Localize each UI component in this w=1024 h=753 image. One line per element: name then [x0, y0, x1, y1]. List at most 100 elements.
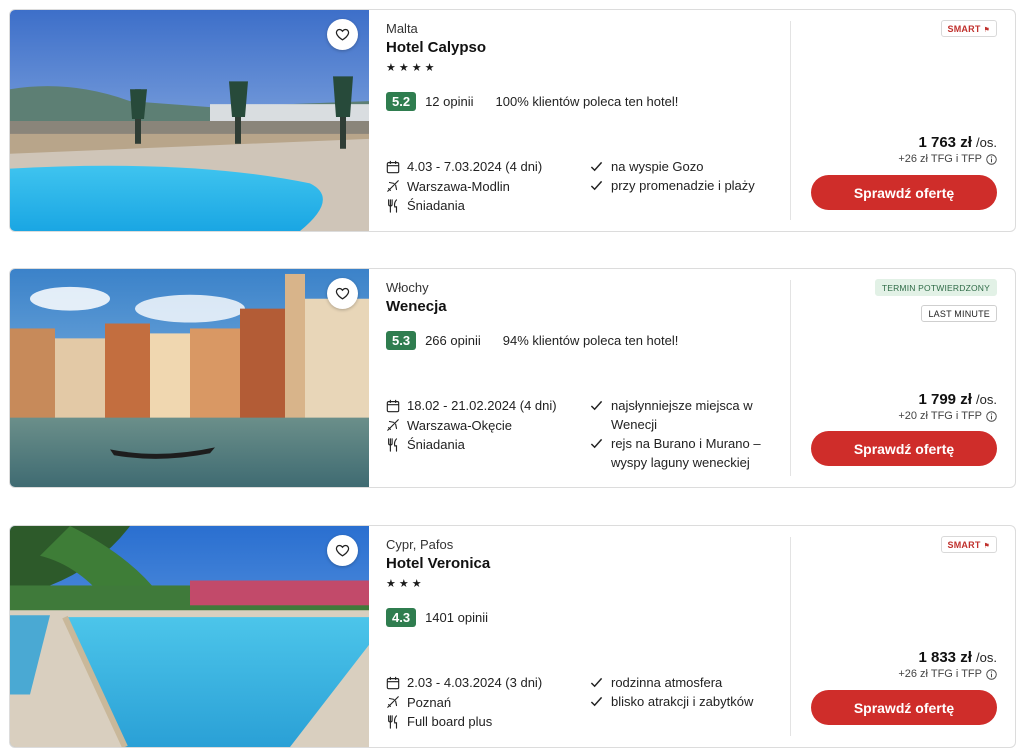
pool-photo [10, 526, 369, 747]
price-section: SMART ⚑ 1 763 zł /os. +26 zł TFG i TFP Sp… [807, 10, 997, 231]
feature-item: najsłynniejsze miejsca w Wenecji [590, 396, 780, 434]
fees-text: +26 zł TFG i TFP [898, 153, 982, 165]
divider [790, 280, 791, 476]
offer-card[interactable]: Cypr, Pafos Hotel Veronica ★★★ 4.3 1401 … [9, 525, 1016, 748]
hotel-photo[interactable] [10, 526, 369, 747]
plane-icon [387, 419, 399, 432]
check-offer-button[interactable]: Sprawdź ofertę [811, 690, 997, 725]
price-value: 1 799 zł [918, 391, 972, 408]
smart-badge: SMART ⚑ [940, 536, 997, 553]
check-icon [590, 438, 603, 449]
price-value: 1 763 zł [918, 134, 972, 151]
favorite-button[interactable] [327, 19, 358, 50]
departure-text: Poznań [407, 694, 452, 710]
fees-text: +26 zł TFG i TFP [898, 668, 982, 680]
rating-row: 4.3 1401 opinii [386, 608, 510, 627]
reviews-count[interactable]: 266 opinii [425, 333, 481, 348]
hotel-photo[interactable] [10, 10, 369, 231]
reviews-count[interactable]: 12 opinii [425, 94, 473, 109]
trip-details: 4.03 - 7.03.2024 (4 dni) Warszawa-Modlin… [386, 157, 586, 216]
price-value: 1 833 zł [918, 649, 972, 666]
price: 1 833 zł /os. [918, 649, 997, 666]
board-row: Śniadania [386, 196, 586, 216]
check-offer-button[interactable]: Sprawdź ofertę [811, 431, 997, 466]
destination-country: Włochy [386, 280, 429, 295]
rating-score: 5.2 [386, 92, 417, 111]
board-text: Full board plus [407, 714, 493, 730]
feature-item: przy promenadzie i plaży [590, 176, 780, 195]
offer-card[interactable]: Włochy Wenecja 5.3 266 opinii 94% klient… [9, 268, 1016, 488]
check-icon [590, 180, 603, 191]
board-row: Full board plus [386, 712, 586, 732]
rating-score: 4.3 [386, 608, 417, 627]
fork-knife-icon [388, 199, 398, 213]
destination-country: Malta [386, 21, 418, 36]
check-icon [590, 696, 603, 707]
hotel-photo[interactable] [10, 269, 369, 487]
feature-item: rodzinna atmosfera [590, 673, 780, 692]
departure-text: Warszawa-Okęcie [407, 417, 512, 433]
dates-row: 2.03 - 4.03.2024 (3 dni) [386, 673, 586, 693]
info-icon[interactable] [986, 668, 997, 680]
hotel-features: najsłynniejsze miejsca w Wenecji rejs na… [590, 396, 780, 472]
dates-text: 2.03 - 4.03.2024 (3 dni) [407, 675, 543, 691]
heart-icon [335, 544, 350, 557]
confirmed-date-badge: TERMIN POTWIERDZONY [874, 279, 997, 296]
heart-icon [335, 287, 350, 300]
favorite-button[interactable] [327, 278, 358, 309]
hotel-stars: ★★★★ [386, 62, 438, 74]
fees-text: +20 zł TFG i TFP [898, 410, 982, 422]
offer-card[interactable]: Malta Hotel Calypso ★★★★ 5.2 12 opinii 1… [9, 9, 1016, 232]
departure-row: Poznań [386, 693, 586, 713]
feature-text: blisko atrakcji i zabytków [611, 694, 754, 709]
feature-text: rejs na Burano i Murano – wyspy laguny w… [611, 436, 761, 470]
favorite-button[interactable] [327, 535, 358, 566]
price-unit: /os. [976, 392, 997, 407]
check-icon [590, 161, 603, 172]
fees: +20 zł TFG i TFP [898, 410, 997, 422]
rating-row: 5.3 266 opinii 94% klientów poleca ten h… [386, 331, 678, 350]
dates-row: 18.02 - 21.02.2024 (4 dni) [386, 396, 586, 416]
board-row: Śniadania [386, 435, 586, 455]
info-icon[interactable] [986, 410, 997, 422]
heart-icon [335, 28, 350, 41]
feature-item: rejs na Burano i Murano – wyspy laguny w… [590, 434, 780, 472]
price-section: SMART ⚑ 1 833 zł /os. +26 zł TFG i TFP Sp… [807, 526, 997, 747]
departure-row: Warszawa-Okęcie [386, 416, 586, 436]
hotel-name[interactable]: Wenecja [386, 298, 447, 315]
price-unit: /os. [976, 135, 997, 150]
check-icon [590, 400, 603, 411]
reviews-count[interactable]: 1401 opinii [425, 610, 488, 625]
fees: +26 zł TFG i TFP [898, 668, 997, 680]
calendar-icon [386, 399, 400, 413]
dates-text: 18.02 - 21.02.2024 (4 dni) [407, 398, 557, 414]
smart-badge: SMART ⚑ [940, 20, 997, 37]
hotel-name[interactable]: Hotel Calypso [386, 39, 486, 56]
departure-row: Warszawa-Modlin [386, 177, 586, 197]
check-offer-button[interactable]: Sprawdź ofertę [811, 175, 997, 210]
hotel-name[interactable]: Hotel Veronica [386, 555, 490, 572]
fees: +26 zł TFG i TFP [898, 153, 997, 165]
price-section: TERMIN POTWIERDZONY LAST MINUTE 1 799 zł… [807, 269, 997, 487]
hotel-stars: ★★★ [386, 578, 425, 590]
plane-icon [387, 696, 399, 709]
price: 1 799 zł /os. [918, 391, 997, 408]
feature-item: blisko atrakcji i zabytków [590, 692, 780, 711]
info-icon[interactable] [986, 153, 997, 165]
plane-icon [387, 180, 399, 193]
trip-details: 2.03 - 4.03.2024 (3 dni) Poznań Full boa… [386, 673, 586, 732]
calendar-icon [386, 160, 400, 174]
fork-knife-icon [388, 715, 398, 729]
feature-item: na wyspie Gozo [590, 157, 780, 176]
venice-canal-photo [10, 269, 369, 487]
hotel-features: na wyspie Gozo przy promenadzie i plaży [590, 157, 780, 195]
price: 1 763 zł /os. [918, 134, 997, 151]
rating-score: 5.3 [386, 331, 417, 350]
price-unit: /os. [976, 650, 997, 665]
divider [790, 537, 791, 736]
recommend-text: 100% klientów poleca ten hotel! [495, 94, 679, 109]
fork-knife-icon [388, 438, 398, 452]
hotel-features: rodzinna atmosfera blisko atrakcji i zab… [590, 673, 780, 711]
feature-text: przy promenadzie i plaży [611, 178, 755, 193]
calendar-icon [386, 676, 400, 690]
